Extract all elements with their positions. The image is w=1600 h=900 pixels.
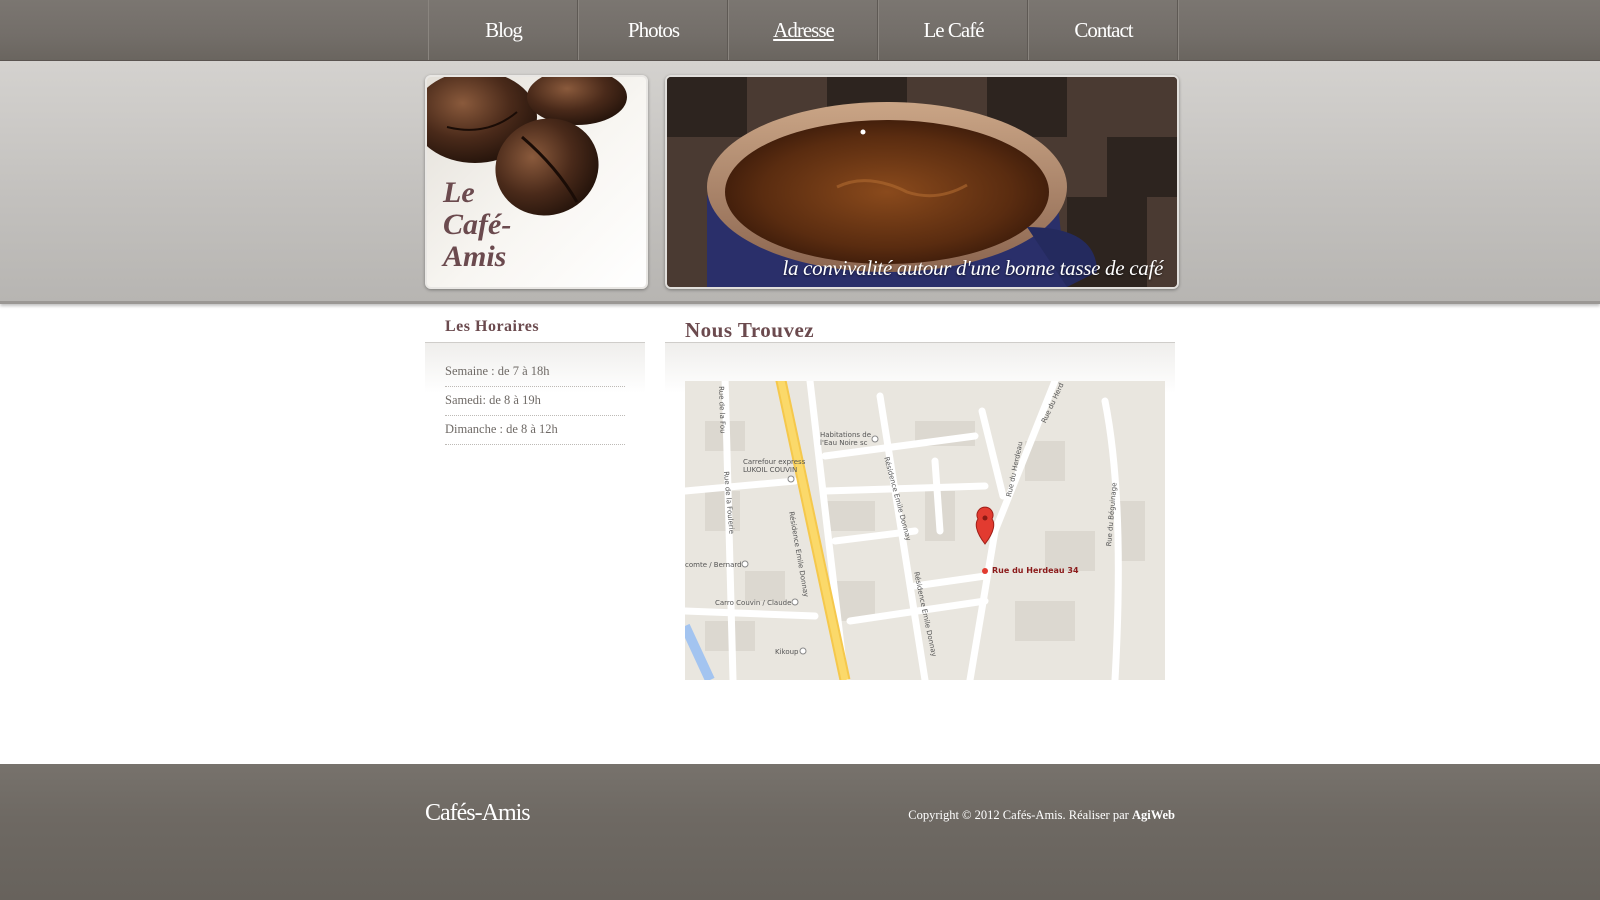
location-map[interactable]: Habitations de l'Eau Noire sc Carrefour … bbox=[685, 381, 1165, 680]
hours-item-sunday: Dimanche : de 8 à 12h bbox=[445, 416, 625, 445]
nav-contact-label: Contact bbox=[1074, 17, 1133, 42]
hours-heading: Les Horaires bbox=[425, 318, 645, 343]
sidebar: Les Horaires Semaine : de 7 à 18h Samedi… bbox=[425, 318, 645, 445]
map-marker-label[interactable]: Rue du Herdeau 34 bbox=[992, 566, 1079, 575]
hero-banner: la convivalité autour d'une bonne tasse … bbox=[665, 75, 1179, 289]
logo-line-3: Amis bbox=[443, 240, 507, 273]
map-label-comte: comte / Bernard bbox=[685, 561, 742, 569]
map-label-habitations-line1: Habitations de bbox=[820, 431, 872, 439]
site-logo-text: Le Café- Amis bbox=[443, 177, 511, 273]
footer: Cafés-Amis Copyright © 2012 Cafés-Amis. … bbox=[0, 764, 1600, 900]
logo-card[interactable]: Le Café- Amis bbox=[425, 75, 648, 289]
nav-photos[interactable]: Photos bbox=[579, 0, 729, 60]
main-content: Nous Trouvez Habitations de l'Eau Noire … bbox=[665, 318, 1175, 680]
map-label-kikoup: Kikoup bbox=[775, 648, 799, 656]
map-label-carro: Carro Couvin / Claude bbox=[715, 599, 792, 607]
footer-copyright-text: Copyright © 2012 Cafés-Amis. Réaliser pa… bbox=[908, 808, 1129, 822]
footer-credit-link[interactable]: AgiWeb bbox=[1132, 808, 1175, 822]
nav-adresse[interactable]: Adresse bbox=[729, 0, 879, 60]
map-label-habitations: Habitations de l'Eau Noire sc bbox=[820, 431, 871, 447]
logo-line-1: Le bbox=[443, 176, 475, 209]
hours-list: Semaine : de 7 à 18h Samedi: de 8 à 19h … bbox=[445, 358, 625, 445]
hero-tagline: la convivalité autour d'une bonne tasse … bbox=[782, 256, 1163, 280]
top-navigation-bar: Blog Photos Adresse Le Café Contact bbox=[0, 0, 1600, 61]
map-label-carrefour-line1: Carrefour express bbox=[743, 458, 806, 466]
nav-photos-label: Photos bbox=[627, 17, 680, 42]
main-menu: Blog Photos Adresse Le Café Contact bbox=[428, 0, 1179, 60]
footer-copyright: Copyright © 2012 Cafés-Amis. Réaliser pa… bbox=[908, 808, 1175, 823]
map-label-habitations-line2: l'Eau Noire sc bbox=[820, 439, 868, 447]
hours-item-weekday: Semaine : de 7 à 18h bbox=[445, 358, 625, 387]
nav-blog[interactable]: Blog bbox=[429, 0, 579, 60]
nav-blog-label: Blog bbox=[485, 17, 523, 42]
nav-adresse-label: Adresse bbox=[773, 17, 835, 42]
footer-logo[interactable]: Cafés-Amis bbox=[425, 800, 531, 827]
map-label-foulerie-1: Rue de la Fou bbox=[717, 386, 727, 434]
logo-line-2: Café- bbox=[443, 208, 512, 241]
nav-le-cafe[interactable]: Le Café bbox=[879, 0, 1029, 60]
nav-le-cafe-label: Le Café bbox=[923, 17, 984, 42]
nav-contact[interactable]: Contact bbox=[1029, 0, 1179, 60]
map-label-carrefour: Carrefour express LUKOIL COUVIN bbox=[743, 458, 805, 474]
page-title: Nous Trouvez bbox=[665, 318, 1175, 343]
map-label-carrefour-line2: LUKOIL COUVIN bbox=[743, 466, 798, 474]
hours-item-saturday: Samedi: de 8 à 19h bbox=[445, 387, 625, 416]
